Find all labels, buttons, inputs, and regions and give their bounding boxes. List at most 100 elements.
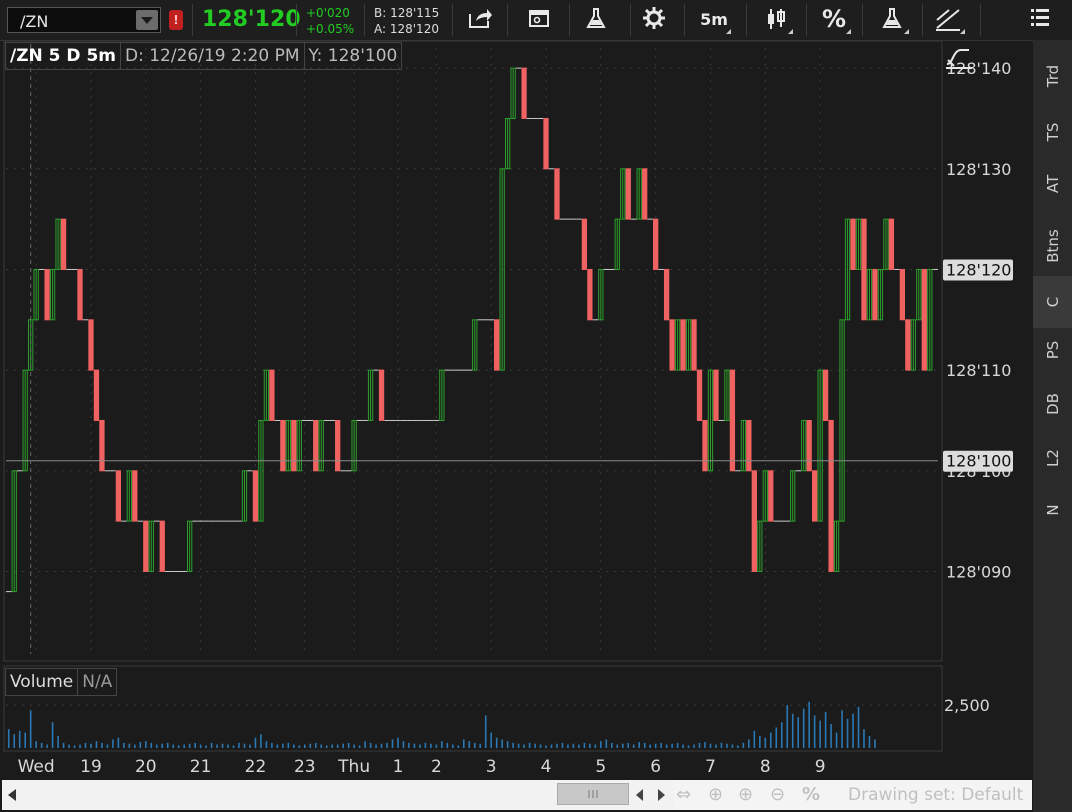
tab-news[interactable]: N bbox=[1033, 484, 1072, 536]
percent-button[interactable]: % bbox=[814, 6, 854, 36]
tab-dom-book[interactable]: DB bbox=[1033, 378, 1072, 430]
time-tick-label: 8 bbox=[760, 757, 771, 777]
symbol-selector[interactable]: /ZN bbox=[7, 7, 161, 33]
percent-zoom-icon[interactable]: % bbox=[802, 784, 820, 805]
tab-active-trader[interactable]: AT bbox=[1033, 158, 1072, 210]
volume-bar bbox=[490, 732, 492, 748]
candle-body bbox=[729, 369, 736, 472]
volume-bar bbox=[172, 744, 175, 748]
volume-bar bbox=[517, 743, 520, 748]
volume-bar bbox=[358, 745, 361, 748]
studies-panel-icon bbox=[520, 6, 560, 30]
candle-body bbox=[252, 470, 259, 522]
drawing-tools-button[interactable] bbox=[928, 6, 968, 36]
expand-icon[interactable]: ⇔ bbox=[676, 784, 691, 805]
volume-bar bbox=[391, 739, 394, 748]
scroll-back-icon[interactable] bbox=[636, 789, 643, 801]
menu-button[interactable] bbox=[1020, 6, 1060, 36]
volume-bar bbox=[802, 708, 805, 748]
volume-value: N/A bbox=[77, 668, 118, 696]
flask-icon bbox=[576, 6, 616, 32]
toolbar-divider bbox=[806, 4, 807, 36]
crosshair-icon[interactable]: ⊕ bbox=[708, 784, 723, 805]
volume-bar bbox=[40, 742, 43, 748]
chevron-down-icon[interactable] bbox=[136, 10, 158, 30]
volume-bar bbox=[254, 737, 257, 748]
scroll-forward-icon[interactable] bbox=[658, 789, 665, 801]
candle-body bbox=[60, 218, 67, 270]
share-button[interactable] bbox=[460, 6, 500, 36]
volume-bar bbox=[210, 742, 213, 748]
candle-body bbox=[921, 268, 927, 371]
volume-bar bbox=[506, 741, 509, 748]
time-tick-label: 2 bbox=[431, 757, 442, 777]
settings-button[interactable] bbox=[634, 6, 674, 36]
tab-level2[interactable]: L2 bbox=[1033, 432, 1072, 484]
volume-bar bbox=[709, 743, 712, 748]
volume-bar bbox=[13, 734, 16, 748]
candle-body bbox=[159, 520, 165, 572]
price-chart[interactable]: 2,500 128'090 128'100 128'110 128'120 128'13… bbox=[0, 40, 1032, 780]
drawing-style-icon[interactable] bbox=[944, 44, 974, 70]
last-price: 128'120 bbox=[202, 7, 301, 32]
time-tick-label: Wed bbox=[18, 757, 55, 777]
tab-buttons[interactable]: Btns bbox=[1033, 220, 1072, 272]
volume-bar bbox=[512, 742, 514, 748]
volume-bar bbox=[128, 743, 131, 748]
time-tick-label: 6 bbox=[650, 757, 661, 777]
scroll-thumb[interactable] bbox=[557, 783, 629, 805]
volume-bar bbox=[95, 741, 98, 748]
volume-bar bbox=[402, 741, 405, 748]
time-tick-label: 21 bbox=[190, 757, 212, 777]
scroll-left-icon[interactable] bbox=[8, 789, 16, 801]
candle-body bbox=[691, 319, 697, 371]
zoom-in-icon[interactable]: ⊕ bbox=[738, 784, 753, 805]
tab-time-sales[interactable]: TS bbox=[1033, 106, 1072, 158]
chart-title[interactable]: /ZN 5 D 5m bbox=[5, 42, 122, 70]
top-toolbar: /ZN ! 128'120 +0'020 +0.05% B: 128'115 A… bbox=[0, 0, 1072, 41]
volume-bar bbox=[671, 743, 673, 748]
candle-body bbox=[861, 218, 867, 321]
tab-chart[interactable]: C bbox=[1033, 276, 1072, 328]
volume-bar bbox=[188, 743, 191, 748]
candle-body bbox=[806, 419, 812, 472]
volume-bar bbox=[660, 742, 662, 748]
net-change: +0'020 bbox=[306, 6, 350, 20]
drawing-set-label[interactable]: Drawing set: Default bbox=[848, 785, 1023, 805]
volume-bar bbox=[276, 744, 279, 748]
horizontal-scrollbar[interactable] bbox=[2, 780, 674, 810]
volume-bar bbox=[572, 743, 575, 748]
toolbar-divider bbox=[364, 4, 365, 36]
flask-button[interactable] bbox=[576, 6, 616, 36]
candle-body bbox=[378, 369, 385, 421]
volume-bar bbox=[46, 744, 48, 748]
toolbar-divider bbox=[192, 4, 193, 36]
volume-bar bbox=[874, 739, 876, 748]
volume-bar bbox=[101, 742, 103, 748]
tab-price-slices[interactable]: PS bbox=[1033, 324, 1072, 376]
studies-panel-button[interactable] bbox=[520, 6, 560, 36]
ask-price: A: 128'120 bbox=[374, 22, 439, 36]
volume-bar bbox=[539, 744, 542, 748]
alert-badge[interactable]: ! bbox=[169, 10, 183, 30]
volume-bar bbox=[852, 713, 854, 748]
flask-button-2[interactable] bbox=[872, 6, 912, 36]
volume-bar bbox=[813, 715, 816, 748]
candle-body bbox=[132, 470, 138, 522]
volume-bar bbox=[320, 744, 323, 748]
tab-trade[interactable]: Trd bbox=[1033, 50, 1072, 102]
volume-bar bbox=[314, 742, 317, 748]
toolbar-divider bbox=[296, 4, 297, 36]
timeframe-button[interactable]: 5m bbox=[694, 6, 734, 36]
symbol-input[interactable]: /ZN bbox=[20, 12, 48, 31]
zoom-out-icon[interactable]: ⊖ bbox=[770, 784, 785, 805]
candle-body bbox=[313, 419, 319, 472]
candle-body bbox=[99, 419, 105, 472]
candle-body bbox=[828, 419, 834, 572]
volume-bar bbox=[687, 745, 690, 748]
chart-style-button[interactable] bbox=[756, 6, 796, 36]
volume-bar bbox=[84, 742, 87, 748]
volume-bar bbox=[682, 744, 684, 748]
timeframe-label: 5m bbox=[700, 10, 728, 29]
volume-label[interactable]: Volume bbox=[5, 668, 79, 696]
